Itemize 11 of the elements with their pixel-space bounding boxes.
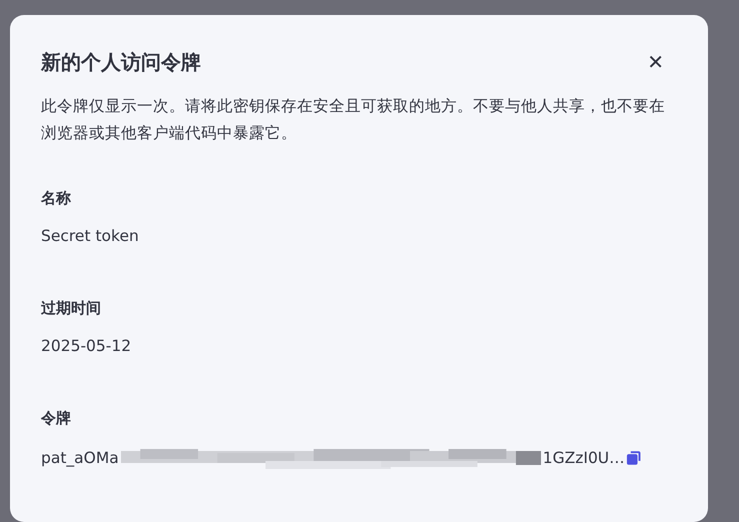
field-label: 名称 <box>41 189 72 209</box>
field-label: 令牌 <box>41 409 72 429</box>
field-label: 过期时间 <box>41 299 102 319</box>
dialog-title: 新的个人访问令牌 <box>41 48 201 76</box>
dialog-description: 此令牌仅显示一次。请将此密钥保存在安全且可获取的地方。不要与他人共享，也不要在浏览器或其他客户端代码中暴露它。 <box>41 96 666 144</box>
field-value: Secret token <box>41 227 140 247</box>
field-value: 2025-05-12 <box>41 337 132 357</box>
copy-icon[interactable] <box>624 449 642 467</box>
token-value: pat_aOMa <box>41 449 119 467</box>
close-button[interactable]: ✕ <box>641 50 676 74</box>
token-value: 1GZzI0U… <box>542 449 625 467</box>
